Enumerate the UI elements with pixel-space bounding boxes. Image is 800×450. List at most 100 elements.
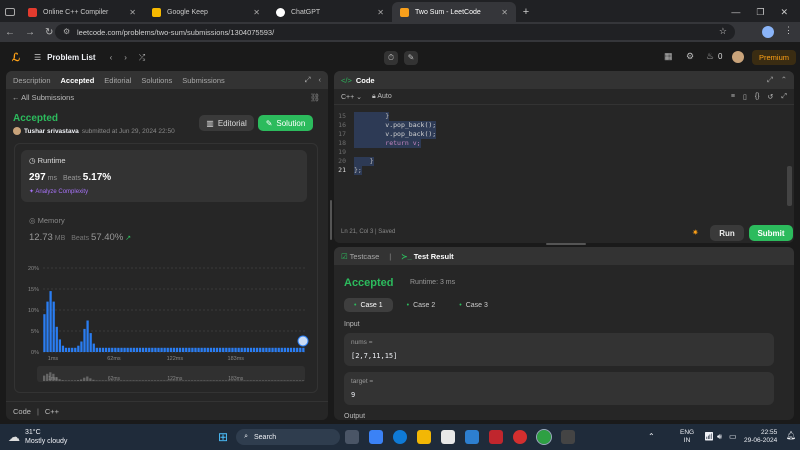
runtime-distribution-chart[interactable]: 20% 15% 10% 5% 0% 1ms 62ms 122ms 183ms 1ms 62ms 122… [15,262,319,390]
chart-bar[interactable] [77,345,80,352]
chart-bar[interactable] [132,347,135,352]
chart-bar[interactable] [58,339,61,352]
problem-list-link[interactable]: Problem List [47,53,95,62]
weather-widget[interactable]: ☁ 31°C Mostly cloudy [8,428,67,446]
reset-icon[interactable]: ↺ [768,93,774,101]
chart-bar[interactable] [117,347,120,352]
chart-bar[interactable] [49,291,52,352]
maximize-icon[interactable]: ❐ [756,7,764,18]
chart-bar[interactable] [277,347,280,352]
chart-bar[interactable] [92,343,95,352]
chart-bar[interactable] [111,347,114,352]
wifi-icon[interactable]: 📶︎ [704,432,714,441]
close-icon[interactable]: ✕ [501,8,508,17]
chart-bar[interactable] [182,347,185,352]
taskbar-search[interactable]: ⌕ Search [236,429,341,445]
braces-icon[interactable]: {} [755,93,760,101]
chart-bar[interactable] [283,347,287,352]
code-editor[interactable]: 15 } 16 v.pop_back(); 17 v.pop_back(); 1… [334,109,794,189]
expand-icon[interactable]: ⤢ [305,75,311,85]
task-view-icon[interactable] [345,430,360,444]
chart-bar[interactable] [268,347,271,352]
code-title[interactable]: Code [356,76,375,85]
expand-editor-icon[interactable]: ⤢ [781,93,787,101]
chart-bar[interactable] [163,347,166,352]
tab-test-result[interactable]: ≻_ Test Result [401,252,453,261]
layout-icon[interactable]: ▦ [664,51,673,62]
chart-bar[interactable] [104,347,108,352]
tab-editorial[interactable]: Editorial [104,76,131,85]
your-submission-marker[interactable] [297,335,309,347]
chart-bar[interactable] [83,328,86,352]
chart-bar[interactable] [286,347,290,352]
close-icon[interactable]: ✕ [129,8,136,17]
chart-bar[interactable] [191,347,194,352]
runtime-card[interactable]: ◷ Runtime 297 ms Beats 5.17% ✦ Analyze C… [21,150,307,202]
case-tab[interactable]: • Case 1 [344,298,393,312]
chart-bar[interactable] [246,347,250,352]
chart-bar[interactable] [231,347,234,352]
url-bar[interactable]: ⚙ leetcode.com/problems/two-sum/submissi… [55,24,735,40]
chart-bar[interactable] [274,347,277,352]
chart-bar[interactable] [86,320,89,353]
app-icon[interactable] [465,430,480,444]
chart-bar[interactable] [215,347,219,352]
minimize-icon[interactable]: — [731,7,740,17]
shuffle-icon[interactable]: ⤮ [139,53,145,63]
tab-accepted[interactable]: Accepted [61,76,95,85]
chart-bar[interactable] [203,347,206,352]
chart-bar[interactable] [185,347,188,352]
chart-bar[interactable] [145,347,148,352]
chart-bar[interactable] [252,347,256,352]
chart-bar[interactable] [166,347,169,352]
chart-bar[interactable] [262,347,265,352]
tab-solutions[interactable]: Solutions [141,76,172,85]
chart-bar[interactable] [98,347,102,352]
chart-bar[interactable] [222,347,225,352]
vertical-resize-handle[interactable] [330,200,332,240]
chart-bar[interactable] [71,347,74,352]
new-tab-icon[interactable]: + [516,2,536,22]
chart-bar[interactable] [169,347,172,352]
chart-bar[interactable] [178,347,182,352]
editorial-button[interactable]: ▥ Editorial [199,115,254,131]
chart-bar[interactable] [114,347,117,352]
chart-bar[interactable] [259,347,262,352]
chart-bar[interactable] [120,347,123,352]
tab-description[interactable]: Description [13,76,51,85]
browser-tab[interactable]: Online C++ Compiler ✕ [20,2,144,22]
chart-bar[interactable] [43,314,46,352]
tray-chevron-icon[interactable]: ⌃ [648,432,655,441]
window-close-icon[interactable]: ✕ [780,7,788,18]
chart-bar[interactable] [148,347,151,352]
media-player-icon[interactable] [513,430,528,444]
chart-bar[interactable] [61,345,65,352]
collapse-icon[interactable]: ‹ [319,75,322,85]
chart-bar[interactable] [74,347,77,352]
chart-bar[interactable] [265,347,268,352]
tab-submissions[interactable]: Submissions [182,76,225,85]
case-tab[interactable]: • Case 3 [449,298,498,312]
chart-bar[interactable] [160,347,163,352]
chart-bar[interactable] [296,347,299,352]
collapse-panel-icon[interactable]: ⌃ [781,75,787,85]
fullscreen-icon[interactable]: ⤢ [767,75,773,85]
chart-bar[interactable] [154,347,157,352]
editor-scrollbar[interactable] [787,166,792,206]
clock[interactable]: 22:55 29-06-2024 [744,429,777,445]
battery-icon[interactable]: ▭ [729,432,737,441]
chart-bar[interactable] [280,347,283,352]
horizontal-resize-handle[interactable] [546,243,586,245]
debug-icon[interactable]: ✷ [692,228,699,237]
chart-bar[interactable] [299,347,302,352]
store-icon[interactable] [441,430,456,444]
share-link-icon[interactable]: ⛓ [310,93,320,102]
chart-bar[interactable] [175,347,179,352]
submit-button[interactable]: Submit [749,225,793,241]
chart-bar[interactable] [129,347,132,352]
chart-bar[interactable] [108,347,111,352]
browser-menu-icon[interactable]: ⋮ [784,25,793,36]
analyze-complexity-link[interactable]: ✦ Analyze Complexity [29,188,88,195]
chart-bar[interactable] [55,326,58,352]
chart-bar[interactable] [188,347,191,352]
